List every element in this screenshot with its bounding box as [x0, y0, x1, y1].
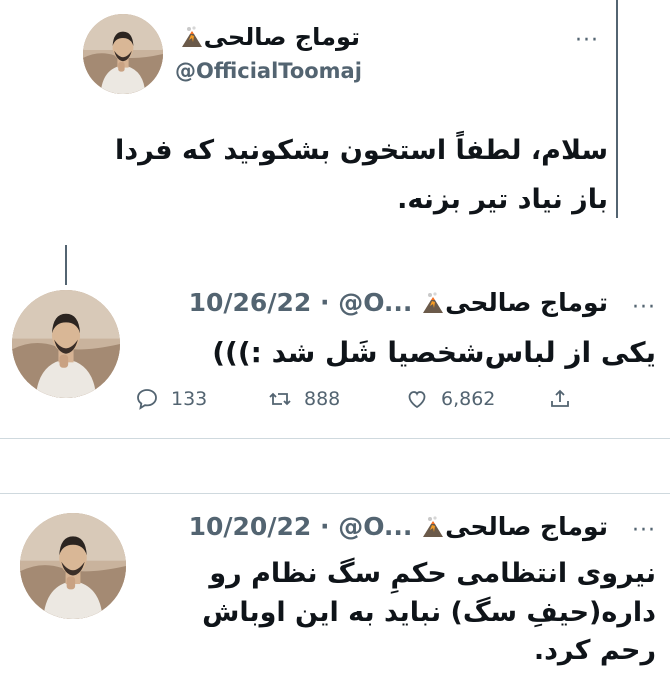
handle[interactable]: @OfficialToomaj — [175, 59, 362, 83]
avatar[interactable] — [83, 14, 163, 94]
reply-button[interactable]: 133 — [135, 385, 207, 413]
more-options-icon[interactable]: ··· — [575, 30, 599, 52]
avatar-image — [12, 290, 120, 398]
tweet-text-line-3: رحم کرد. — [533, 635, 656, 666]
divider — [0, 438, 670, 439]
like-button[interactable]: 6,862 — [405, 385, 495, 413]
heart-icon — [408, 391, 426, 409]
handle[interactable]: @O... — [338, 512, 412, 541]
volcano-emoji-icon — [421, 292, 445, 314]
share-icon — [551, 389, 569, 407]
share-button[interactable] — [548, 385, 572, 413]
tweet-text-line-1: نیروی انتظامی حکمِ سگ نظام رو — [209, 558, 656, 589]
quoted-tweet-text-line-2: باز نیاد تیر بزنه. — [397, 184, 608, 215]
separator: · — [319, 512, 330, 541]
tweet-header: توماج صالحی @O... · 10/26/22 — [189, 288, 608, 318]
more-options-icon[interactable]: ··· — [632, 297, 656, 319]
quoted-tweet-text-line-1: سلام، لطفاً استخون بشکونید که فردا — [114, 135, 608, 166]
quote-border — [616, 0, 618, 218]
like-count: 6,862 — [441, 388, 496, 410]
volcano-emoji-icon — [421, 516, 445, 538]
retweet-icon — [269, 392, 291, 406]
avatar-image — [83, 14, 163, 94]
more-options-icon[interactable]: ··· — [632, 520, 656, 542]
speech-bubble-icon — [137, 389, 157, 410]
tweet-date[interactable]: 10/26/22 — [189, 288, 312, 317]
tweet-header: توماج صالحی @O... · 10/20/22 — [189, 512, 608, 542]
tweet-text-line-2: داره(حیفِ سگ) نباید به این اوباش — [202, 597, 656, 628]
avatar[interactable] — [12, 290, 120, 398]
display-name[interactable]: توماج صالحی — [445, 288, 608, 317]
display-name[interactable]: توماج صالحی — [180, 22, 360, 52]
handle[interactable]: @O... — [338, 288, 412, 317]
retweet-button[interactable]: 888 — [268, 385, 340, 413]
volcano-emoji-icon — [180, 26, 204, 48]
tweet-text: یکی از لباس‌شخصیا شَل شد :))) — [212, 336, 656, 369]
separator: · — [319, 288, 330, 317]
avatar[interactable] — [20, 513, 126, 619]
tweet-date[interactable]: 10/20/22 — [189, 512, 312, 541]
thread-connector — [65, 245, 67, 285]
retweet-count: 888 — [304, 388, 341, 410]
display-name[interactable]: توماج صالحی — [445, 512, 608, 541]
divider — [0, 493, 670, 494]
reply-count: 133 — [171, 388, 208, 410]
avatar-image — [20, 513, 126, 619]
